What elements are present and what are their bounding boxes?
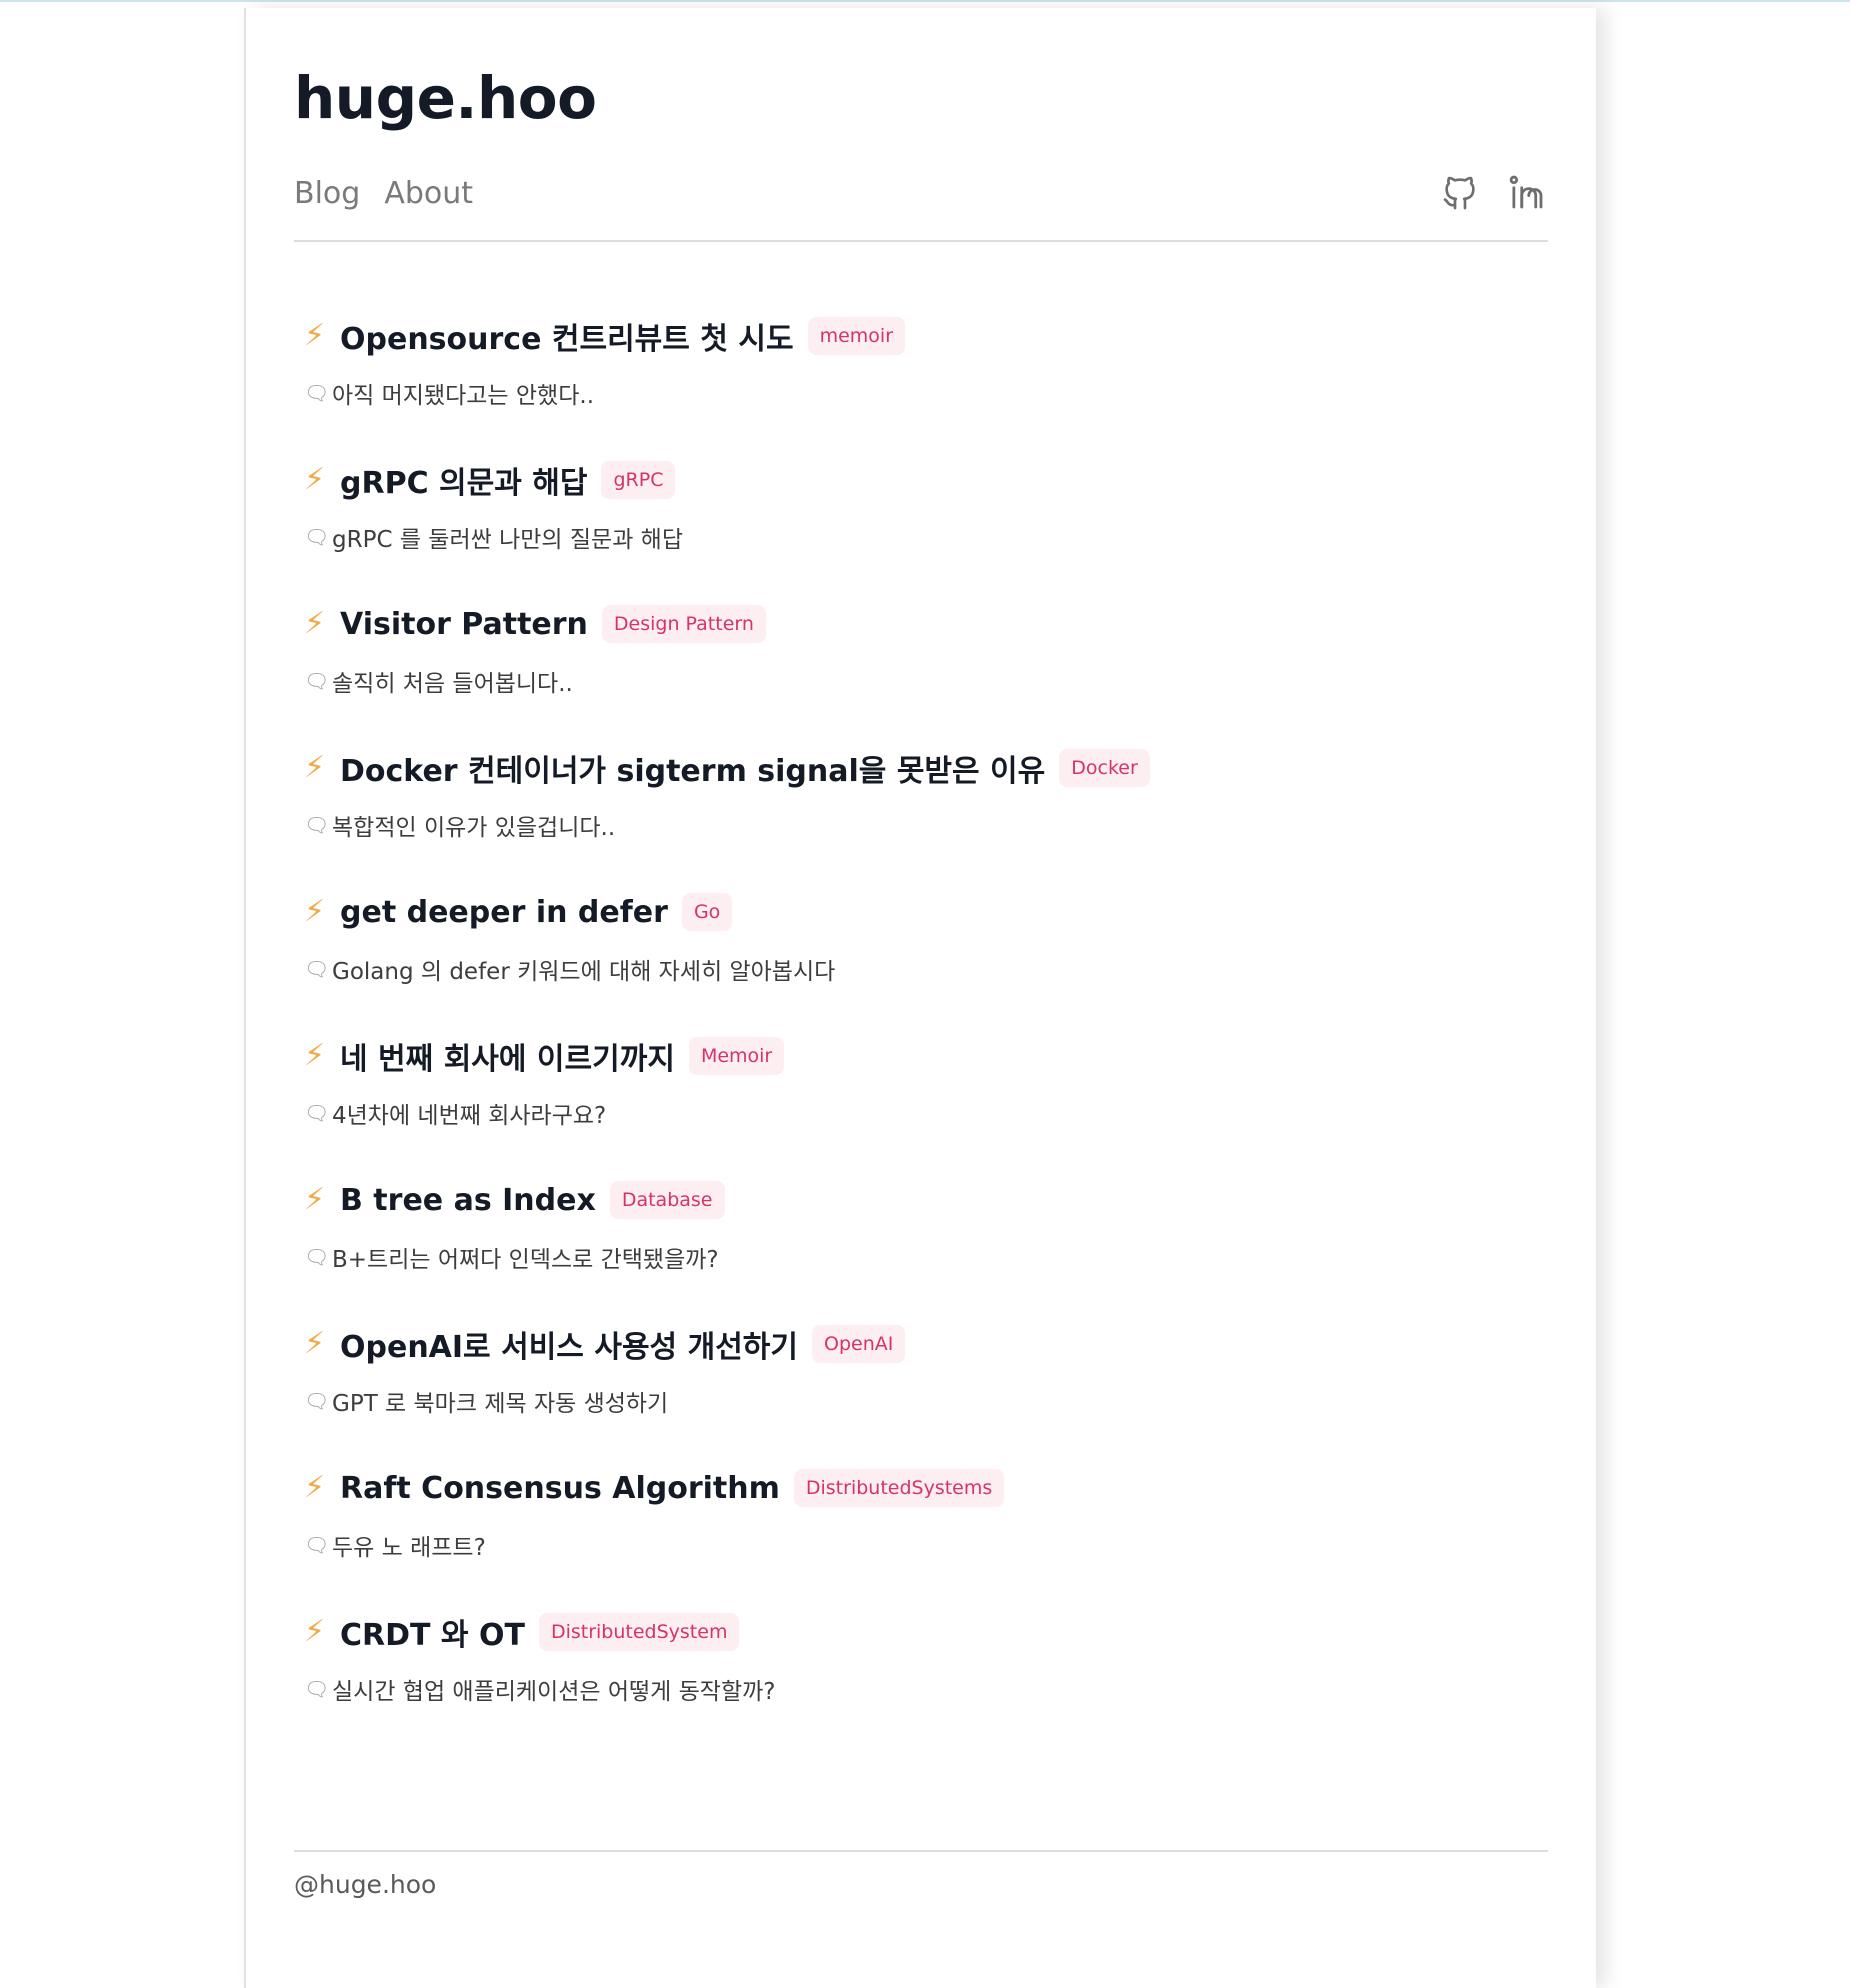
post-title-link[interactable]: Raft Consensus Algorithm <box>340 1471 780 1506</box>
post-description: gRPC 를 둘러싼 나만의 질문과 해답 <box>332 527 683 553</box>
linkedin-icon[interactable] <box>1506 172 1548 214</box>
speech-bubble-icon: 🗨 <box>304 381 330 405</box>
list-item: ⚡ B tree as Index Database 🗨 B+트리는 어쩌다 인… <box>304 1178 1548 1322</box>
post-description: 아직 머지됐다고는 안했다.. <box>332 383 595 409</box>
post-tag[interactable]: DistributedSystem <box>538 1613 740 1651</box>
list-item: ⚡ get deeper in defer Go 🗨 Golang 의 defe… <box>304 890 1548 1034</box>
post-list: ⚡ Opensource 컨트리뷰트 첫 시도 memoir 🗨 아직 머지됐다… <box>304 314 1548 1754</box>
lightning-icon: ⚡ <box>304 1470 326 1505</box>
footer-divider <box>294 1850 1548 1852</box>
speech-bubble-icon: 🗨 <box>304 957 330 981</box>
lightning-icon: ⚡ <box>304 894 326 929</box>
header-divider <box>294 240 1548 242</box>
lightning-icon: ⚡ <box>304 1182 326 1217</box>
post-tag[interactable]: Go <box>681 893 733 931</box>
post-tag[interactable]: OpenAI <box>812 1325 906 1363</box>
post-title-link[interactable]: Docker 컨테이너가 sigterm signal을 못받은 이유 <box>340 746 1045 790</box>
post-description: 4년차에 네번째 회사라구요? <box>332 1103 607 1129</box>
post-description: 두유 노 래프트? <box>332 1535 486 1561</box>
nav-link-blog[interactable]: Blog <box>294 176 360 211</box>
social-links <box>1440 172 1548 214</box>
speech-bubble-icon: 🗨 <box>304 1677 330 1701</box>
speech-bubble-icon: 🗨 <box>304 525 330 549</box>
speech-bubble-icon: 🗨 <box>304 1533 330 1557</box>
post-description: Golang 의 defer 키워드에 대해 자세히 알아봅시다 <box>332 959 836 985</box>
post-description: 복합적인 이유가 있을겁니다.. <box>332 815 616 841</box>
post-tag[interactable]: Design Pattern <box>601 605 766 643</box>
github-icon[interactable] <box>1440 173 1480 213</box>
speech-bubble-icon: 🗨 <box>304 1245 330 1269</box>
post-title-link[interactable]: Visitor Pattern <box>340 607 588 642</box>
page-inner: huge.hoo Blog About ⚡ Opensource 컨트리뷰트 첫… <box>294 8 1548 1988</box>
post-tag[interactable]: memoir <box>807 317 905 355</box>
post-title-link[interactable]: Opensource 컨트리뷰트 첫 시도 <box>340 314 794 358</box>
page-container: huge.hoo Blog About ⚡ Opensource 컨트리뷰트 첫… <box>244 8 1596 1988</box>
post-tag[interactable]: Memoir <box>688 1037 785 1075</box>
post-description: 솔직히 처음 들어봅니다.. <box>332 671 573 697</box>
post-title-link[interactable]: OpenAI로 서비스 사용성 개선하기 <box>340 1322 798 1366</box>
post-tag[interactable]: DistributedSystems <box>793 1469 1005 1507</box>
list-item: ⚡ Raft Consensus Algorithm DistributedSy… <box>304 1466 1548 1610</box>
main-nav: Blog About <box>294 176 473 211</box>
lightning-icon: ⚡ <box>304 318 326 353</box>
speech-bubble-icon: 🗨 <box>304 813 330 837</box>
speech-bubble-icon: 🗨 <box>304 1389 330 1413</box>
lightning-icon: ⚡ <box>304 462 326 497</box>
post-title-link[interactable]: B tree as Index <box>340 1183 596 1218</box>
lightning-icon: ⚡ <box>304 606 326 641</box>
top-border-line <box>0 0 1850 2</box>
list-item: ⚡ Opensource 컨트리뷰트 첫 시도 memoir 🗨 아직 머지됐다… <box>304 314 1548 458</box>
list-item: ⚡ OpenAI로 서비스 사용성 개선하기 OpenAI 🗨 GPT 로 북마… <box>304 1322 1548 1466</box>
lightning-icon: ⚡ <box>304 1614 326 1649</box>
post-description: GPT 로 북마크 제목 자동 생성하기 <box>332 1391 669 1417</box>
speech-bubble-icon: 🗨 <box>304 1101 330 1125</box>
speech-bubble-icon: 🗨 <box>304 669 330 693</box>
lightning-icon: ⚡ <box>304 1038 326 1073</box>
post-tag[interactable]: gRPC <box>601 461 676 499</box>
post-title-link[interactable]: CRDT 와 OT <box>340 1610 525 1654</box>
post-description: 실시간 협업 애플리케이션은 어떻게 동작할까? <box>332 1679 776 1705</box>
post-title-link[interactable]: gRPC 의문과 해답 <box>340 458 587 502</box>
post-tag[interactable]: Docker <box>1059 749 1150 787</box>
nav-link-about[interactable]: About <box>384 176 473 211</box>
list-item: ⚡ Docker 컨테이너가 sigterm signal을 못받은 이유 Do… <box>304 746 1548 890</box>
post-description: B+트리는 어쩌다 인덱스로 간택됐을까? <box>332 1247 719 1273</box>
list-item: ⚡ Visitor Pattern Design Pattern 🗨 솔직히 처… <box>304 602 1548 746</box>
list-item: ⚡ 네 번째 회사에 이르기까지 Memoir 🗨 4년차에 네번째 회사라구요… <box>304 1034 1548 1178</box>
list-item: ⚡ CRDT 와 OT DistributedSystem 🗨 실시간 협업 애… <box>304 1610 1548 1754</box>
list-item: ⚡ gRPC 의문과 해답 gRPC 🗨 gRPC 를 둘러싼 나만의 질문과 … <box>304 458 1548 602</box>
site-title[interactable]: huge.hoo <box>294 64 597 134</box>
post-title-link[interactable]: 네 번째 회사에 이르기까지 <box>340 1034 675 1078</box>
post-title-link[interactable]: get deeper in defer <box>340 895 668 930</box>
footer-handle: @huge.hoo <box>294 1870 437 1899</box>
lightning-icon: ⚡ <box>304 1326 326 1361</box>
post-tag[interactable]: Database <box>609 1181 725 1219</box>
lightning-icon: ⚡ <box>304 750 326 785</box>
